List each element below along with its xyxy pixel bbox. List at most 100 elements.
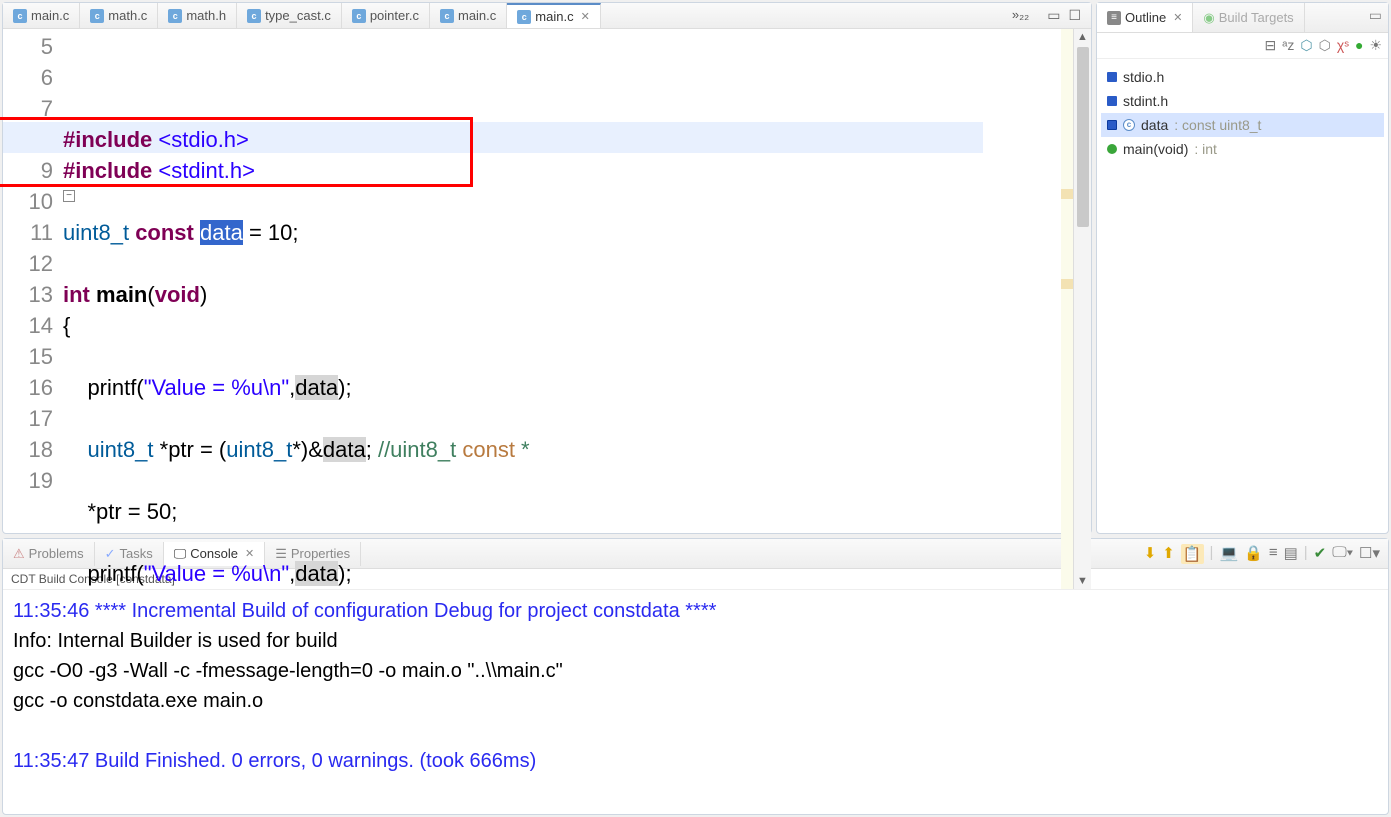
console-output[interactable]: 11:35:46 **** Incremental Build of confi…: [3, 590, 1388, 814]
code-line[interactable]: #include <stdio.h>: [63, 124, 1061, 155]
code-line[interactable]: [63, 186, 1061, 217]
hide-fields-icon[interactable]: ⬡: [1300, 37, 1312, 54]
line-number: 5: [3, 31, 53, 62]
line-number-gutter: 5678910111213141516171819: [3, 29, 63, 589]
save-icon[interactable]: ✔: [1314, 544, 1327, 564]
console-line: [13, 716, 1378, 746]
next-error-icon[interactable]: ⬇: [1144, 544, 1157, 564]
close-icon[interactable]: ✕: [581, 10, 590, 23]
wrap-icon[interactable]: ≡: [1269, 544, 1278, 564]
editor-tab[interactable]: cpointer.c: [342, 3, 430, 28]
collapse-all-icon[interactable]: ⊟: [1264, 37, 1276, 54]
c-file-icon: c: [247, 9, 261, 23]
outline-tab-label: Outline: [1125, 10, 1166, 25]
console-line: 11:35:47 Build Finished. 0 errors, 0 war…: [13, 746, 1378, 776]
editor-tab[interactable]: c math.h: [158, 3, 237, 28]
console-line: gcc -o constdata.exe main.o: [13, 686, 1378, 716]
maximize-icon[interactable]: ☐: [1068, 7, 1081, 24]
code-line[interactable]: printf("Value = %u\n",data);: [63, 372, 1061, 403]
outline-item-type: : int: [1194, 141, 1217, 157]
c-file-icon: c: [168, 9, 182, 23]
outline-item[interactable]: stdio.h: [1101, 65, 1384, 89]
sort-icon[interactable]: ᵃz: [1282, 37, 1294, 54]
const-badge-icon: c: [1123, 119, 1135, 131]
code-line[interactable]: *ptr = 50;: [63, 496, 1061, 527]
code-area[interactable]: #include <stdio.h>#include <stdint.h> ui…: [63, 29, 1061, 589]
tab-outline[interactable]: ≡ Outline ✕: [1097, 3, 1193, 32]
line-number: 11: [3, 217, 53, 248]
outline-item-type: : const uint8_t: [1174, 117, 1261, 133]
scroll-lock-icon[interactable]: 📋: [1181, 544, 1204, 564]
clipboard-icon[interactable]: 💻: [1219, 544, 1238, 564]
code-line[interactable]: [63, 341, 1061, 372]
console-line: gcc -O0 -g3 -Wall -c -fmessage-length=0 …: [13, 656, 1378, 686]
code-line[interactable]: #include <stdint.h>: [63, 155, 1061, 186]
more-icon[interactable]: ☀: [1369, 37, 1382, 54]
code-line[interactable]: [63, 465, 1061, 496]
tab-label: math.c: [108, 8, 147, 23]
outline-item-label: data: [1141, 117, 1168, 133]
outline-item[interactable]: cdata : const uint8_t: [1101, 113, 1384, 137]
vertical-scrollbar[interactable]: ▲▼: [1073, 29, 1091, 589]
minimize-icon[interactable]: ▭: [1047, 7, 1060, 24]
line-number: 16: [3, 372, 53, 403]
variable-icon: [1107, 120, 1117, 130]
code-line[interactable]: [63, 248, 1061, 279]
line-number: 6: [3, 62, 53, 93]
line-number: 9: [3, 155, 53, 186]
line-number: 18: [3, 434, 53, 465]
outline-item[interactable]: stdint.h: [1101, 89, 1384, 113]
code-line[interactable]: [63, 403, 1061, 434]
hide-static-icon[interactable]: ⬡: [1319, 37, 1331, 54]
code-line[interactable]: uint8_t *ptr = (uint8_t*)&data; //uint8_…: [63, 434, 1061, 465]
line-number: 14: [3, 310, 53, 341]
tab-label: math.h: [186, 8, 226, 23]
prev-error-icon[interactable]: ⬆: [1162, 544, 1175, 564]
code-editor[interactable]: 5678910111213141516171819 #include <stdi…: [3, 29, 1091, 589]
build-targets-label: Build Targets: [1219, 10, 1294, 25]
line-number: 13: [3, 279, 53, 310]
line-number: 19: [3, 465, 53, 496]
code-line[interactable]: uint8_t const data = 10;: [63, 217, 1061, 248]
editor-tab[interactable]: cmain.c✕: [507, 3, 601, 28]
editor-tab[interactable]: c main.c: [430, 3, 507, 28]
editor-pane: cmain.ccmath.ccmath.hctype_cast.ccpointe…: [2, 2, 1092, 534]
tab-overflow[interactable]: »₂₂: [1004, 3, 1037, 28]
c-file-icon: c: [440, 9, 454, 23]
outline-icon: ≡: [1107, 11, 1121, 25]
display-selected-icon[interactable]: 🖵▾: [1332, 544, 1353, 564]
include-icon: [1107, 96, 1117, 106]
line-number: 17: [3, 403, 53, 434]
c-file-icon: c: [90, 9, 104, 23]
line-number: 7: [3, 93, 53, 124]
line-number: 12: [3, 248, 53, 279]
hide-non-public-icon[interactable]: χˢ: [1337, 37, 1349, 54]
outline-item[interactable]: main(void) : int: [1101, 137, 1384, 161]
outline-toolbar: ⊟ ᵃz ⬡ ⬡ χˢ ● ☀: [1097, 33, 1388, 59]
outline-item-label: stdio.h: [1123, 69, 1164, 85]
editor-tab[interactable]: c math.c: [80, 3, 158, 28]
editor-tab[interactable]: c type_cast.c: [237, 3, 342, 28]
line-number: 10: [3, 186, 53, 217]
minimize-icon[interactable]: ▭: [1363, 3, 1388, 32]
overview-ruler[interactable]: [1061, 29, 1073, 589]
close-icon[interactable]: ✕: [1173, 11, 1182, 24]
tab-label: main.c: [458, 8, 496, 23]
open-console-icon[interactable]: ☐▾: [1359, 544, 1380, 564]
code-line[interactable]: int main(void): [63, 279, 1061, 310]
tab-label: type_cast.c: [265, 8, 331, 23]
code-line[interactable]: {: [63, 310, 1061, 341]
lock-icon[interactable]: 🔒: [1244, 544, 1263, 564]
clear-icon[interactable]: ▤: [1284, 544, 1298, 564]
editor-tab-bar: cmain.ccmath.ccmath.hctype_cast.ccpointe…: [3, 3, 1091, 29]
tab-build-targets[interactable]: ◉Build Targets: [1193, 3, 1304, 32]
c-file-icon: c: [13, 9, 27, 23]
console-line: Info: Internal Builder is used for build: [13, 626, 1378, 656]
c-file-icon: c: [352, 9, 366, 23]
tab-label: main.c: [535, 9, 573, 24]
code-line[interactable]: printf("Value = %u\n",data);: [63, 558, 1061, 589]
filter-icon[interactable]: ●: [1355, 37, 1363, 54]
outline-list: stdio.hstdint.hcdata : const uint8_tmain…: [1097, 59, 1388, 167]
code-line[interactable]: [63, 527, 1061, 558]
editor-tab[interactable]: cmain.c: [3, 3, 80, 28]
